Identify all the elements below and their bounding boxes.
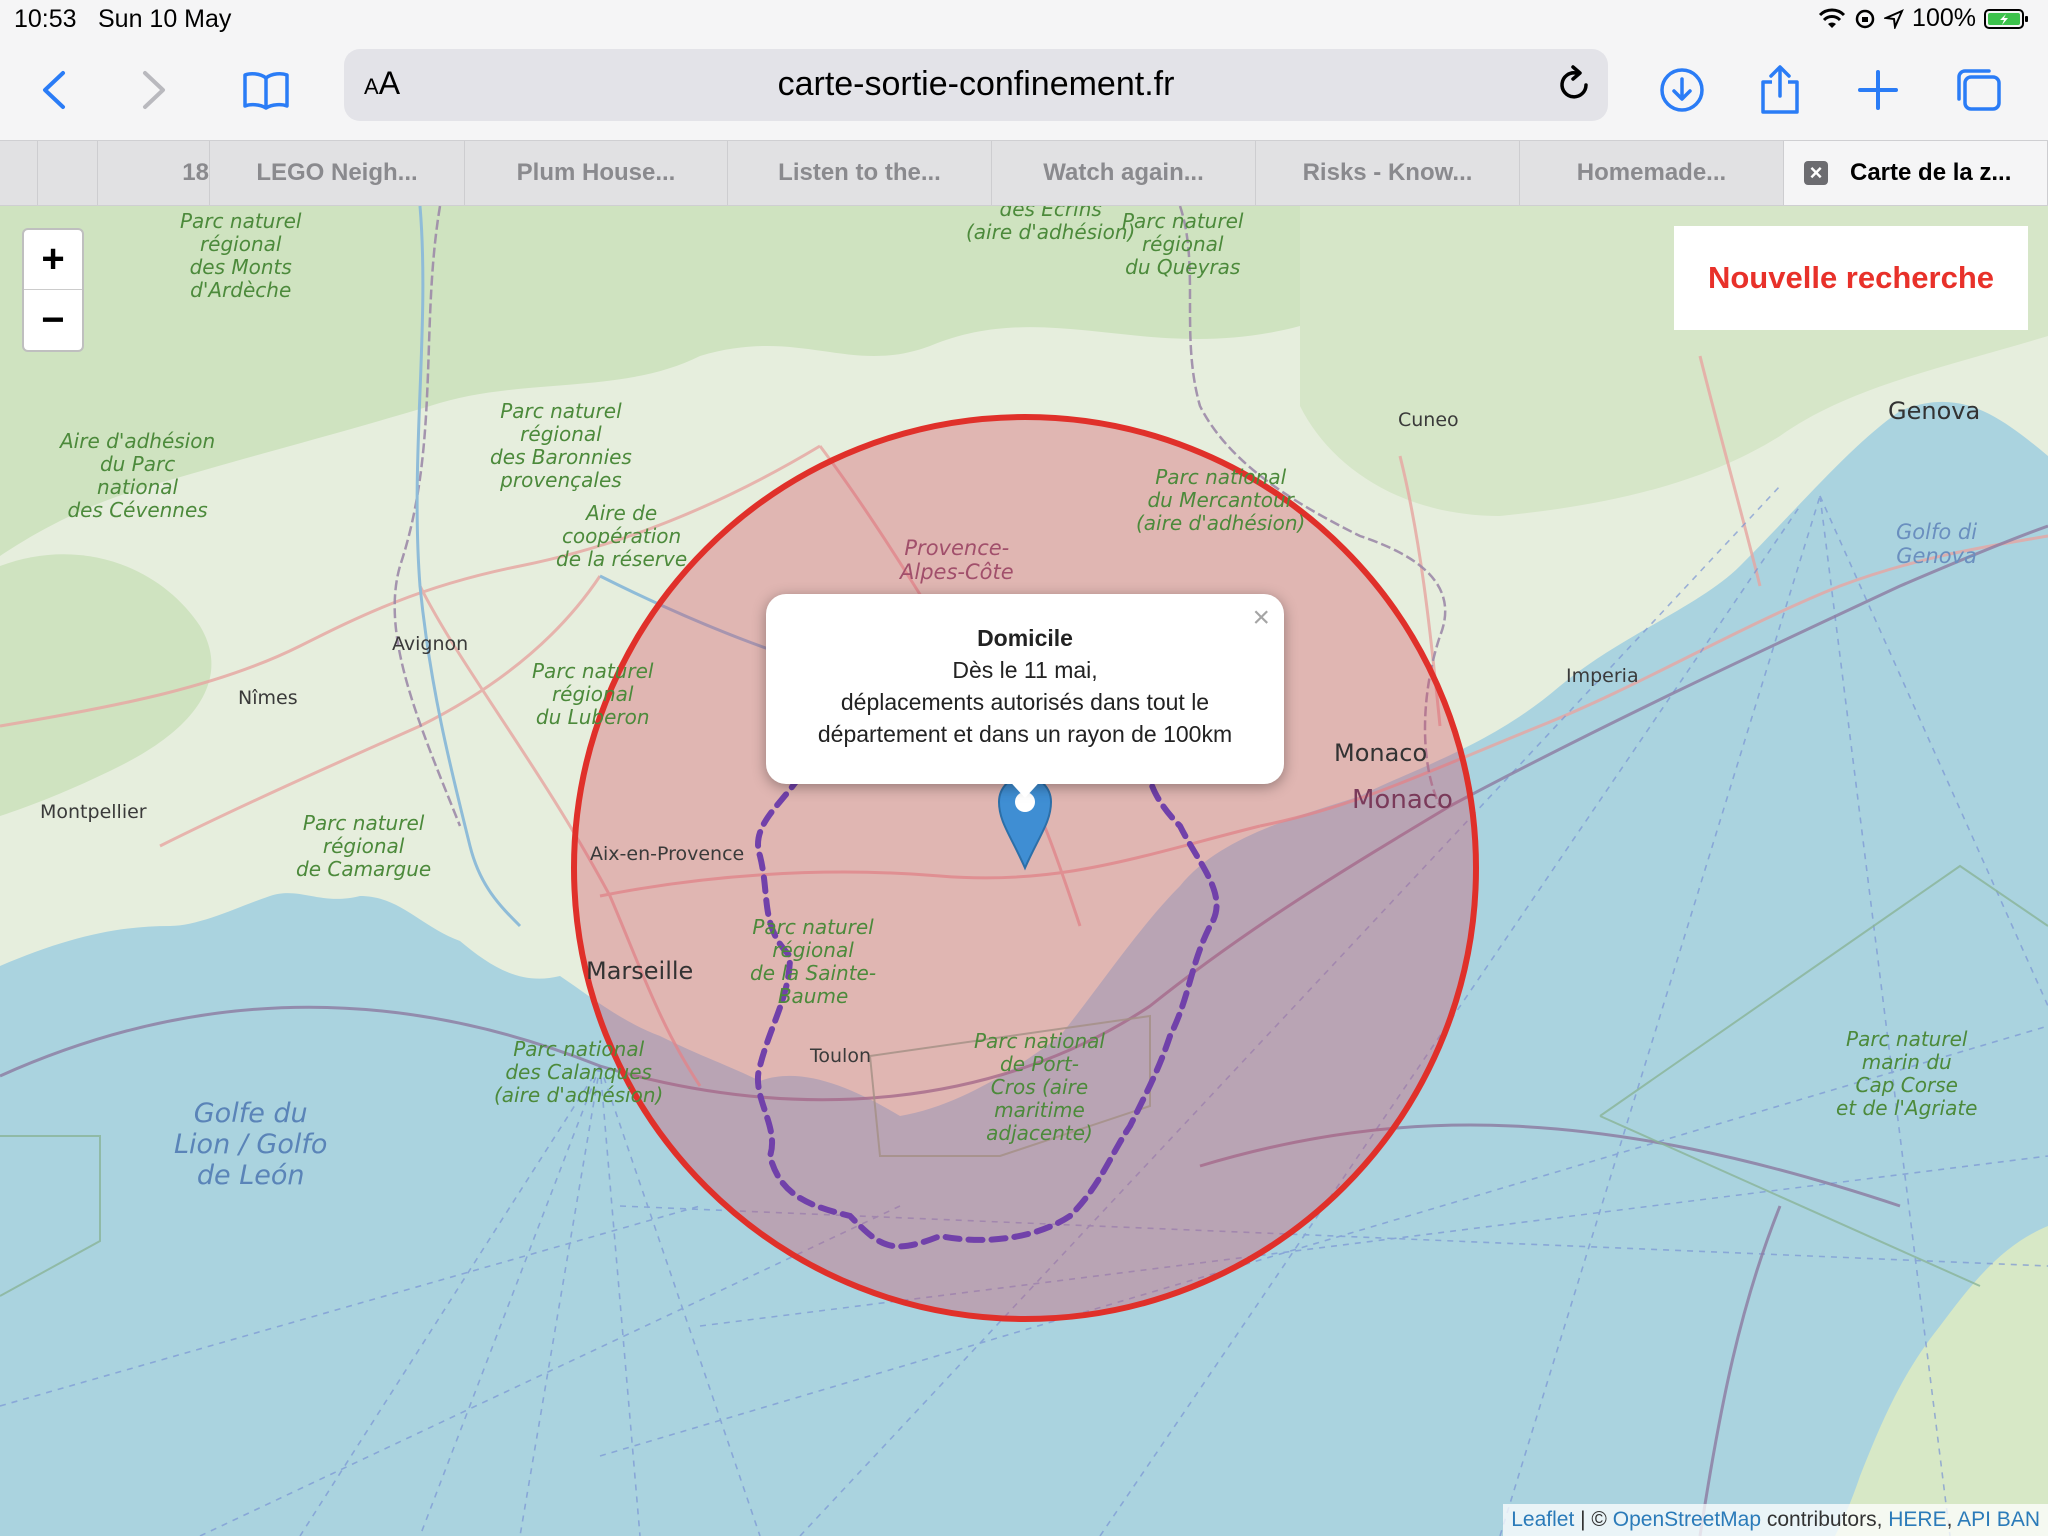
attribution-comma: , [1946, 1508, 1958, 1531]
label-mercantour: Parc national du Mercantour (aire d'adhési… [1136, 465, 1306, 535]
label-queyras: Parc naturel régional du Queyras [1122, 209, 1244, 279]
label-ardeche: Parc naturel régional des Monts d'Ardèche [180, 209, 302, 302]
battery-icon [1984, 8, 2030, 30]
reload-button[interactable] [1556, 63, 1592, 108]
label-cuneo: Cuneo [1398, 409, 1459, 431]
share-icon [1761, 65, 1799, 114]
label-sainte-baume: Parc naturel régional de la Sainte- Baume [750, 915, 877, 1008]
tab-overview-button[interactable] [1948, 60, 2008, 120]
downloads-button[interactable] [1652, 60, 1712, 120]
chevron-right-icon [143, 71, 165, 109]
label-avignon: Avignon [392, 633, 469, 655]
label-calanques: Parc national des Calanques (aire d'adhési… [494, 1037, 664, 1107]
label-cevennes: Aire d'adhésion du Parc national des Cévenn… [60, 429, 216, 522]
tab-pinned-2[interactable] [38, 141, 98, 205]
battery-percent: 100% [1912, 4, 1976, 32]
land-corsica [1835, 1226, 2048, 1536]
label-port-cros: Parc national de Port- Cros (aire maritime a… [974, 1029, 1105, 1145]
tab-1[interactable]: 18 [98, 141, 210, 205]
tab-3[interactable]: Plum House... [465, 141, 728, 205]
forward-button[interactable] [124, 60, 184, 120]
label-nimes: Nîmes [238, 687, 298, 709]
popup-close-button[interactable]: × [1252, 602, 1270, 634]
tab-2[interactable]: LEGO Neigh... [210, 141, 465, 205]
tab-4[interactable]: Listen to the... [728, 141, 992, 205]
bookmarks-button[interactable] [236, 60, 296, 120]
new-search-button[interactable]: Nouvelle recherche [1674, 226, 2028, 330]
popup-tip [1005, 776, 1045, 798]
plus-icon [1858, 70, 1898, 110]
label-cap-corse: Parc naturel marin du Cap Corse et de l'Agr… [1836, 1027, 1978, 1120]
reload-icon [1560, 65, 1588, 99]
location-icon [1884, 8, 1904, 29]
label-camargue: Parc naturel régional de Camargue [296, 811, 432, 881]
status-icons: 100% [1818, 4, 2030, 33]
label-golfe-du-lion: Golfe du Lion / Golfo de León [174, 1098, 328, 1192]
tab-6[interactable]: Risks - Know... [1256, 141, 1520, 205]
label-imperia: Imperia [1566, 665, 1639, 687]
tab-7[interactable]: Homemade... [1520, 141, 1784, 205]
book-icon [243, 72, 289, 110]
label-marseille: Marseille [586, 957, 694, 985]
new-tab-button[interactable] [1848, 60, 1908, 120]
leaflet-link[interactable]: Leaflet [1511, 1508, 1574, 1531]
screen-lock-icon [1854, 8, 1876, 30]
label-genova: Genova [1888, 397, 1981, 425]
zoom-in-button[interactable]: + [24, 230, 82, 290]
wifi-icon [1818, 8, 1846, 30]
label-monaco-territory: Monaco [1352, 785, 1453, 815]
download-icon [1660, 68, 1704, 112]
map-view[interactable]: Parc naturel régional des Monts d'Ardèche A… [0, 206, 2048, 1536]
status-date: Sun 10 May [98, 5, 232, 33]
label-aix: Aix-en-Provence [590, 843, 745, 865]
share-button[interactable] [1750, 60, 1810, 120]
map-attribution: Leaflet | © OpenStreetMap contributors, … [1503, 1504, 2048, 1536]
attribution-contributors: contributors, [1761, 1508, 1889, 1531]
attribution-separator: | © [1574, 1508, 1613, 1531]
tabs-icon [1957, 69, 2001, 111]
here-link[interactable]: HERE [1888, 1508, 1946, 1531]
label-provence: Provence- Alpes-Côte [900, 536, 1014, 585]
browser-toolbar: AA carte-sortie-confinement.fr [0, 40, 2048, 140]
label-cooperation: Aire de coopération de la réserve [556, 501, 688, 571]
label-toulon: Toulon [810, 1045, 871, 1067]
tab-5[interactable]: Watch again... [992, 141, 1256, 205]
chevron-left-icon [43, 71, 65, 109]
status-time: 10:53 [14, 5, 77, 33]
tab-active[interactable]: × Carte de la z... [1784, 141, 2048, 205]
label-baronnies: Parc naturel régional des Baronnies provenç… [490, 399, 632, 492]
osm-link[interactable]: OpenStreetMap [1613, 1508, 1761, 1531]
zoom-out-button[interactable]: − [24, 290, 82, 350]
popup-title: Domicile [977, 625, 1073, 651]
url-text: carte-sortie-confinement.fr [777, 65, 1175, 103]
popup-line-1: Dès le 11 mai, [952, 657, 1098, 683]
tab-pinned-1[interactable] [0, 141, 38, 205]
apiban-link[interactable]: API BAN [1957, 1508, 2040, 1531]
label-ecrins: des Écrins (aire d'adhésion) [966, 206, 1136, 244]
back-button[interactable] [24, 60, 84, 120]
status-bar: 10:53 Sun 10 May 100% [0, 0, 2048, 40]
label-luberon: Parc naturel régional du Luberon [532, 659, 654, 729]
label-montpellier: Montpellier [40, 801, 147, 823]
popup-line-3: département et dans un rayon de 100km [817, 721, 1233, 747]
label-golfo-di-genova: Golfo di Genova [1896, 520, 1978, 569]
tab-strip: 18 LEGO Neigh... Plum House... Listen to… [0, 140, 2048, 206]
address-bar[interactable]: AA carte-sortie-confinement.fr [344, 49, 1608, 121]
marker-popup: × Domicile Dès le 11 mai, déplacements a… [766, 594, 1284, 784]
close-tab-icon[interactable]: × [1804, 161, 1828, 185]
zoom-control: + − [22, 228, 84, 352]
label-monaco: Monaco [1334, 739, 1428, 767]
popup-line-2: déplacements autorisés dans tout le [840, 689, 1210, 715]
